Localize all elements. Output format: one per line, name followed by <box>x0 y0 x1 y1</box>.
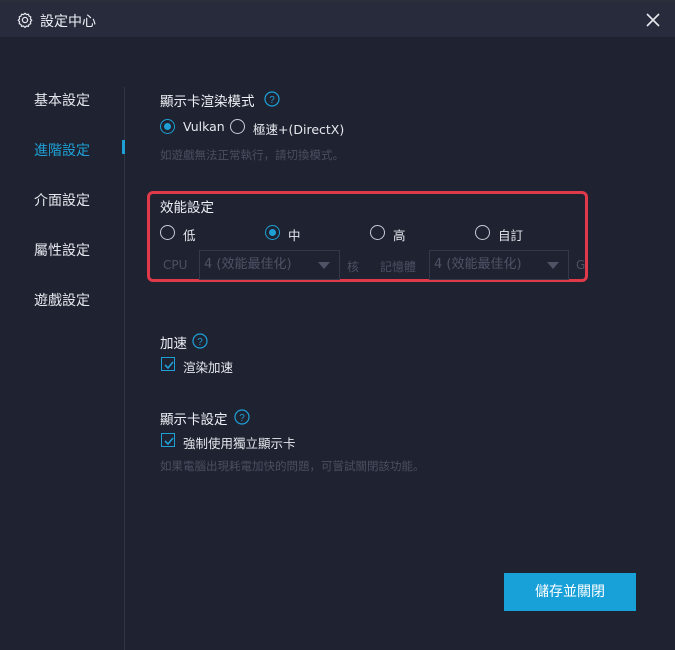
close-icon <box>646 13 660 27</box>
sidebar-divider <box>124 87 125 650</box>
chevron-down-icon <box>547 262 559 269</box>
radio-performance-high[interactable] <box>370 225 385 240</box>
acceleration-title: 加速 <box>160 336 187 352</box>
force-discrete-gpu-checkbox[interactable] <box>161 433 175 447</box>
radio-performance-medium[interactable] <box>265 225 280 240</box>
memory-unit: GB <box>576 258 585 272</box>
render-mode-hint: 如遊戲無法正常執行，請切換模式。 <box>160 148 344 162</box>
sidebar-item-advanced[interactable]: 進階設定 <box>34 140 90 160</box>
cpu-unit: 核 <box>347 260 360 274</box>
radio-performance-custom[interactable] <box>475 225 490 240</box>
performance-title: 效能設定 <box>160 200 214 216</box>
title-bar: 設定中心 <box>0 3 675 37</box>
sidebar-item-properties[interactable]: 屬性設定 <box>34 240 90 260</box>
save-and-close-button[interactable]: 儲存並關閉 <box>504 573 636 611</box>
cpu-label: CPU <box>163 258 188 272</box>
checkmark-icon <box>164 361 174 370</box>
sidebar: 基本設定 進階設定 介面設定 屬性設定 遊戲設定 <box>0 37 125 650</box>
close-button[interactable] <box>641 8 665 32</box>
gpu-title: 顯示卡設定 <box>160 412 228 428</box>
radio-performance-medium-label: 中 <box>288 228 301 243</box>
sidebar-item-interface[interactable]: 介面設定 <box>34 190 90 210</box>
sidebar-item-game[interactable]: 遊戲設定 <box>34 290 90 310</box>
radio-vulkan-label: Vulkan <box>183 119 225 134</box>
memory-label: 記憶體 <box>380 260 417 274</box>
help-icon[interactable]: ? <box>192 333 208 349</box>
sidebar-item-basic[interactable]: 基本設定 <box>34 90 90 110</box>
cpu-select-value: 4 (效能最佳化) <box>204 257 292 272</box>
memory-select-value: 4 (效能最佳化) <box>434 257 522 272</box>
active-nav-marker <box>122 140 125 154</box>
gpu-hint: 如果電腦出現耗電加快的問題，可嘗試關閉該功能。 <box>160 459 425 473</box>
gear-icon <box>16 11 34 29</box>
radio-performance-low-label: 低 <box>183 228 196 243</box>
window-title: 設定中心 <box>40 14 96 30</box>
radio-performance-high-label: 高 <box>393 228 406 243</box>
svg-text:?: ? <box>239 413 245 424</box>
checkmark-icon <box>164 437 174 446</box>
chevron-down-icon <box>318 262 330 269</box>
help-icon[interactable]: ? <box>264 91 280 107</box>
render-acceleration-checkbox[interactable] <box>161 357 175 371</box>
svg-text:?: ? <box>197 337 203 348</box>
svg-text:?: ? <box>269 95 275 106</box>
force-discrete-gpu-label: 強制使用獨立顯示卡 <box>183 436 296 451</box>
render-mode-title: 顯示卡渲染模式 <box>160 94 255 110</box>
radio-directx-label: 極速+(DirectX) <box>253 122 345 137</box>
help-icon[interactable]: ? <box>234 409 250 425</box>
render-acceleration-label: 渲染加速 <box>183 360 234 375</box>
radio-vulkan[interactable] <box>160 119 175 134</box>
radio-performance-custom-label: 自訂 <box>498 228 524 243</box>
radio-performance-low[interactable] <box>160 225 175 240</box>
radio-directx[interactable] <box>230 119 245 134</box>
